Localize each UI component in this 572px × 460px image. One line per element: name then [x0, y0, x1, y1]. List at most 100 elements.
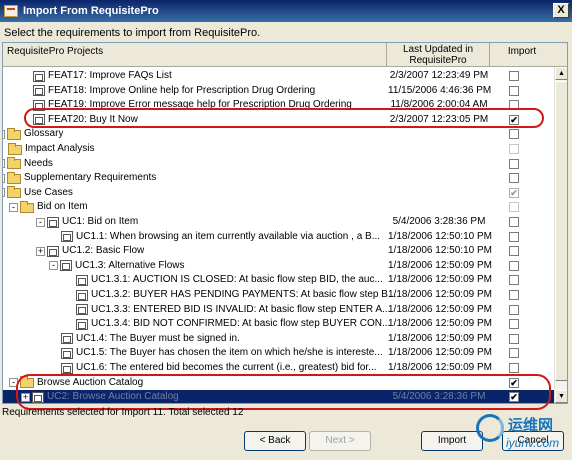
- collapse-icon[interactable]: -: [3, 188, 5, 198]
- import-checkbox[interactable]: [509, 348, 519, 359]
- tree-row[interactable]: FEAT20: Buy It Now 2/3/2007 12:23:05 PM ✔: [3, 113, 554, 128]
- scroll-thumb[interactable]: [555, 81, 567, 381]
- import-checkbox[interactable]: ✔: [509, 114, 519, 125]
- import-checkbox[interactable]: [509, 333, 519, 344]
- collapse-icon[interactable]: -: [49, 261, 58, 271]
- collapse-icon[interactable]: -: [36, 217, 45, 227]
- import-checkbox[interactable]: [509, 290, 519, 300]
- tree-row-label: Bid on Item: [37, 201, 88, 213]
- tree-row-date: 5/4/2006 3:28:36 PM: [392, 216, 486, 227]
- import-checkbox[interactable]: ✔: [509, 187, 519, 198]
- tree-row[interactable]: UC1.4: The Buyer must be signed in. 1/18/…: [3, 332, 554, 347]
- tree-row-label: UC1.3.4: BID NOT CONFIRMED: At basic flo…: [91, 318, 391, 330]
- tree-row-date: 1/18/2006 12:50:10 PM: [388, 245, 492, 257]
- tree-row[interactable]: + Supplementary Requirements: [3, 171, 554, 186]
- tree-row-date: 1/18/2006 12:50:09 PM: [388, 362, 492, 373]
- import-checkbox[interactable]: [509, 158, 519, 169]
- tree-row[interactable]: + Glossary: [3, 127, 554, 142]
- import-checkbox[interactable]: ✔: [509, 392, 519, 403]
- tree-row-date: 1/18/2006 12:50:09 PM: [388, 274, 492, 286]
- import-checkbox[interactable]: [509, 85, 519, 96]
- column-header-import[interactable]: Import: [490, 43, 554, 67]
- folder-icon: [20, 200, 34, 213]
- tree-row[interactable]: FEAT17: Improve FAQs List 2/3/2007 12:23:…: [3, 69, 554, 84]
- requirement-icon: [76, 304, 88, 316]
- tree-row[interactable]: + UC2: Browse Auction Catalog 5/4/2006 3:2…: [3, 390, 554, 403]
- import-button[interactable]: Import: [421, 431, 483, 451]
- scroll-down-arrow-icon[interactable]: ▼: [555, 390, 567, 403]
- column-header-projects[interactable]: RequisitePro Projects: [3, 43, 387, 67]
- vertical-scrollbar[interactable]: ▲ ▼: [554, 67, 567, 403]
- tree-row[interactable]: Impact Analysis: [3, 142, 554, 157]
- requirement-icon: [61, 347, 73, 359]
- tree-row-label: Browse Auction Catalog: [37, 376, 144, 388]
- tree-row[interactable]: FEAT18: Improve Online help for Prescrip…: [3, 84, 554, 99]
- requirements-tree[interactable]: RequisitePro Projects Last Updated in Re…: [2, 42, 568, 404]
- cancel-button[interactable]: Cancel: [502, 431, 564, 451]
- requirement-icon: [33, 85, 45, 97]
- tree-row-name-cell: UC1.1: When browsing an item currently a…: [61, 230, 380, 244]
- tree-row-date: 1/18/2006 12:50:09 PM: [388, 289, 492, 300]
- expand-icon[interactable]: +: [36, 246, 45, 256]
- tree-row-name-cell: FEAT19: Improve Error message help for P…: [33, 98, 352, 112]
- next-button[interactable]: Next >: [309, 431, 371, 451]
- tree-row[interactable]: - UC1.3: Alternative Flows 1/18/2006 12:50…: [3, 259, 554, 274]
- import-checkbox[interactable]: ✔: [509, 377, 519, 388]
- tree-row[interactable]: UC1.3.3: ENTERED BID IS INVALID: At basi…: [3, 303, 554, 318]
- expand-icon[interactable]: +: [3, 173, 5, 183]
- tree-row-name-cell: UC1.3.1: AUCTION IS CLOSED: At basic flo…: [76, 273, 383, 287]
- tree-row[interactable]: + Needs: [3, 157, 554, 172]
- instruction-text: Select the requirements to import from R…: [4, 27, 261, 39]
- tree-row[interactable]: FEAT19: Improve Error message help for P…: [3, 98, 554, 113]
- tree-row-name-cell: FEAT17: Improve FAQs List: [33, 69, 172, 83]
- tree-row[interactable]: - Use Cases ✔: [3, 186, 554, 201]
- tree-row[interactable]: - UC1: Bid on Item 5/4/2006 3:28:36 PM: [3, 215, 554, 230]
- folder-icon: [8, 142, 22, 155]
- requirement-icon: [33, 114, 45, 126]
- back-button-label: < Back: [259, 435, 291, 446]
- tree-row-date: 1/18/2006 12:50:09 PM: [388, 332, 492, 344]
- import-checkbox[interactable]: [509, 173, 519, 184]
- import-checkbox[interactable]: [509, 144, 519, 154]
- import-checkbox[interactable]: [509, 246, 519, 257]
- close-button[interactable]: X: [553, 3, 569, 18]
- import-checkbox[interactable]: [509, 304, 519, 315]
- import-checkbox[interactable]: [509, 71, 519, 81]
- app-icon: [4, 5, 18, 17]
- import-checkbox[interactable]: [509, 363, 519, 373]
- tree-row-date: 1/18/2006 12:50:09 PM: [388, 318, 492, 330]
- tree-row[interactable]: + UC1.2: Basic Flow 1/18/2006 12:50:10 PM: [3, 244, 554, 259]
- expand-icon[interactable]: +: [21, 392, 30, 402]
- import-checkbox[interactable]: [509, 217, 519, 227]
- folder-icon: [20, 376, 34, 389]
- column-header-last-updated[interactable]: Last Updated in RequisitePro: [387, 43, 490, 67]
- import-checkbox[interactable]: [509, 129, 519, 140]
- import-checkbox[interactable]: [509, 202, 519, 213]
- import-checkbox[interactable]: [509, 100, 519, 111]
- tree-row[interactable]: UC1.1: When browsing an item currently a…: [3, 230, 554, 245]
- tree-row[interactable]: UC1.3.4: BID NOT CONFIRMED: At basic flo…: [3, 317, 554, 332]
- folder-icon: [7, 186, 21, 199]
- import-checkbox[interactable]: [509, 260, 519, 271]
- tree-row[interactable]: UC1.3.2: BUYER HAS PENDING PAYMENTS: At …: [3, 288, 554, 303]
- requirement-icon: [47, 245, 59, 257]
- collapse-icon[interactable]: -: [9, 378, 18, 388]
- expand-icon[interactable]: +: [3, 159, 5, 169]
- cancel-button-label: Cancel: [517, 435, 549, 446]
- expand-icon[interactable]: +: [3, 129, 5, 139]
- requirement-icon: [61, 362, 73, 374]
- import-checkbox[interactable]: [509, 319, 519, 330]
- scroll-up-arrow-icon[interactable]: ▲: [555, 67, 567, 80]
- tree-row[interactable]: - Browse Auction Catalog ✔: [3, 376, 554, 391]
- import-checkbox[interactable]: [509, 275, 519, 286]
- collapse-icon[interactable]: -: [9, 202, 18, 212]
- tree-row[interactable]: UC1.3.1: AUCTION IS CLOSED: At basic flo…: [3, 273, 554, 288]
- back-button[interactable]: < Back: [244, 431, 306, 451]
- tree-row-name-cell: + Supplementary Requirements: [3, 171, 156, 185]
- tree-row[interactable]: - Bid on Item: [3, 200, 554, 215]
- tree-row-name-cell: - UC1.3: Alternative Flows: [49, 259, 185, 273]
- requirement-icon: [61, 333, 73, 345]
- tree-row[interactable]: UC1.6: The entered bid becomes the curre…: [3, 361, 554, 376]
- import-checkbox[interactable]: [509, 231, 519, 242]
- tree-row[interactable]: UC1.5: The Buyer has chosen the item on …: [3, 346, 554, 361]
